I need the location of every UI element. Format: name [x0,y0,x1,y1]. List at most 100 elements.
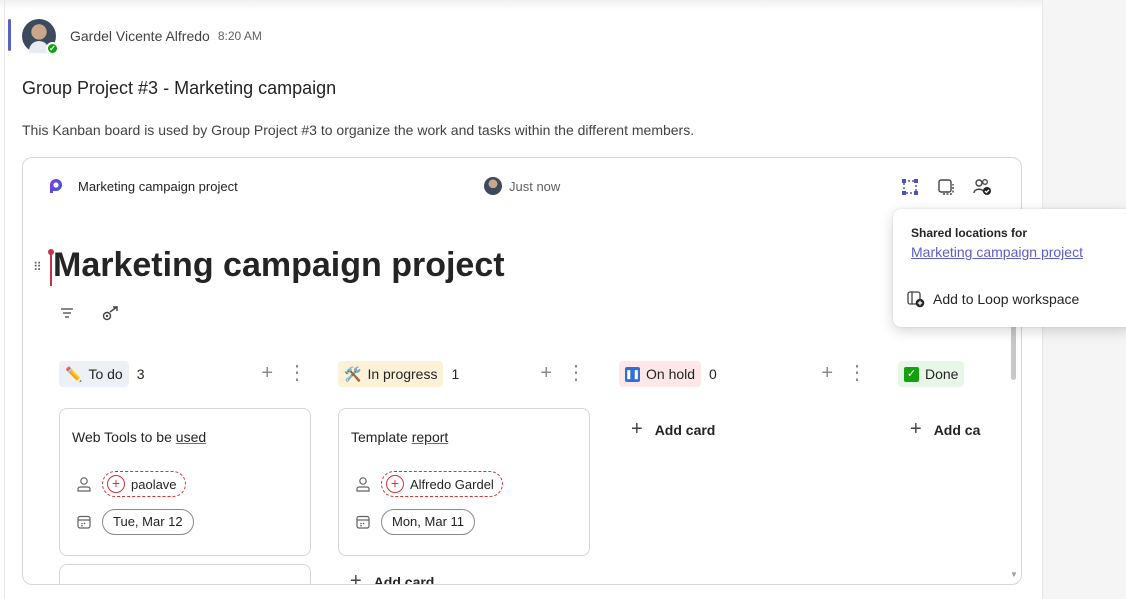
top-fade [0,0,1042,10]
add-to-workspace-icon [907,291,925,308]
add-card-button[interactable]: + Add card [350,570,435,585]
date-row: Mon, Mar 11 [355,509,476,535]
more-options-icon[interactable]: ⋮ [566,362,586,384]
post-title: Group Project #3 - Marketing campaign [22,78,337,98]
filter-icon[interactable] [59,306,75,325]
column-label-pill[interactable]: 🛠️ In progress [338,361,444,387]
drag-handle-icon[interactable]: ⠿ [33,260,42,274]
left-divider [4,0,5,599]
pencil-icon: ✏️ [65,365,83,382]
last-edited-text: Just now [509,178,561,194]
message-accent-bar [8,19,11,51]
column-in-progress: 🛠️ In progress 1 + ⋮ Template report + A… [338,358,598,584]
assignee-name: paolave [131,476,177,492]
task-title-text: Template [351,429,412,445]
loop-component-card: Marketing campaign project Just now ⠿ Ma… [22,157,1022,585]
add-to-loop-workspace-button[interactable]: Add to Loop workspace [906,290,1079,308]
loop-component-name[interactable]: Marketing campaign project [78,179,238,194]
checkmark-icon: ✓ [904,366,919,382]
more-options-icon[interactable]: ⋮ [287,362,307,384]
column-actions: + ⋮ [540,362,586,384]
column-done: ✓ Done + Add ca [898,358,998,440]
column-header: 🛠️ In progress 1 + ⋮ [338,358,598,390]
due-date-pill[interactable]: Mon, Mar 11 [381,509,476,535]
add-card-label: Add card [373,573,435,585]
assignee-name: Alfredo Gardel [410,476,494,492]
collaborator-avatar [484,177,502,195]
assignee-row: + Alfredo Gardel [355,471,503,497]
post-body: This Kanban board is used by Group Proje… [22,122,695,138]
presence-available-icon: ✓ [46,42,59,55]
task-card[interactable]: Web Tools to be used + paolave Tue, Mar … [59,408,311,556]
column-on-hold: ❚❚ On hold 0 + ⋮ + Add card [619,358,879,440]
assignee-pill[interactable]: + paolave [102,471,186,497]
copy-component-icon[interactable] [935,176,957,198]
add-icon[interactable]: + [261,362,273,384]
assignee-pill[interactable]: + Alfredo Gardel [381,471,503,497]
task-title-underlined: report [411,429,449,445]
add-icon[interactable]: + [821,362,833,384]
column-header: ❚❚ On hold 0 + ⋮ [619,358,879,390]
task-card[interactable]: Template report + Alfredo Gardel Mon, Ma… [338,408,590,556]
shared-people-icon[interactable] [971,176,993,198]
add-assignee-icon: + [386,475,404,493]
shared-locations-popover: Shared locations for Marketing campaign … [893,209,1126,327]
task-card[interactable] [59,564,311,584]
task-title[interactable]: Template report [351,429,448,445]
column-label: Done [925,366,959,382]
add-icon[interactable]: + [540,362,552,384]
add-assignee-icon: + [107,475,125,493]
tools-icon: 🛠️ [344,365,362,382]
column-header: ✏️ To do 3 + ⋮ [59,358,319,390]
add-card-label: Add card [654,421,716,438]
more-options-icon[interactable]: ⋮ [847,362,867,384]
column-actions: + ⋮ [261,362,307,384]
task-title-text: Web Tools to be [72,429,176,445]
teams-channel-view: ✓ Gardel Vicente Alfredo 8:20 AM Group P… [0,0,1126,599]
column-label-pill[interactable]: ❚❚ On hold [619,361,702,387]
task-title[interactable]: Web Tools to be used [72,429,206,445]
column-header: ✓ Done [898,358,998,390]
add-icon: + [910,418,922,440]
document-title[interactable]: Marketing campaign project [53,246,505,285]
person-icon [77,477,91,492]
message-header: ✓ Gardel Vicente Alfredo 8:20 AM [22,18,262,55]
popover-heading: Shared locations for [911,226,1028,240]
column-label: To do [88,366,123,382]
column-label: On hold [646,366,696,382]
component-toolbar [899,176,993,198]
column-label-pill[interactable]: ✓ Done [898,361,965,387]
add-icon: + [631,418,643,440]
task-title-underlined: used [175,429,207,445]
collaborator-cursor [48,249,54,286]
column-label-pill[interactable]: ✏️ To do [59,361,129,387]
add-to-workspace-label: Add to Loop workspace [933,291,1080,307]
person-icon [356,477,370,492]
due-date-pill[interactable]: Tue, Mar 12 [102,509,194,535]
calendar-icon [77,515,91,529]
sender-avatar[interactable]: ✓ [22,19,59,55]
column-count: 0 [709,366,717,382]
column-count: 1 [451,366,460,382]
calendar-icon [356,515,370,529]
scrollbar-thumb[interactable] [1011,320,1016,380]
add-icon: + [350,570,362,585]
date-row: Tue, Mar 12 [76,509,194,535]
scroll-down-arrow-icon[interactable]: ▼ [1010,570,1018,579]
selection-icon[interactable] [899,176,921,198]
shared-location-link[interactable]: Marketing campaign project [911,244,1083,260]
loop-logo-icon [50,179,62,193]
message-timestamp: 8:20 AM [217,29,262,43]
pause-icon: ❚❚ [625,366,640,382]
add-card-button[interactable]: + Add ca [910,418,980,441]
add-card-button[interactable]: + Add card [631,418,715,441]
column-label: In progress [367,366,438,382]
assignee-row: + paolave [76,471,186,497]
add-card-label: Add ca [933,421,981,438]
assign-icon[interactable] [101,304,121,327]
column-to-do: ✏️ To do 3 + ⋮ Web Tools to be used + pa… [59,358,319,584]
presence-indicator[interactable]: Just now [484,177,560,195]
column-count: 3 [136,366,145,382]
column-actions: + ⋮ [821,362,867,384]
sender-name[interactable]: Gardel Vicente Alfredo [70,28,210,44]
